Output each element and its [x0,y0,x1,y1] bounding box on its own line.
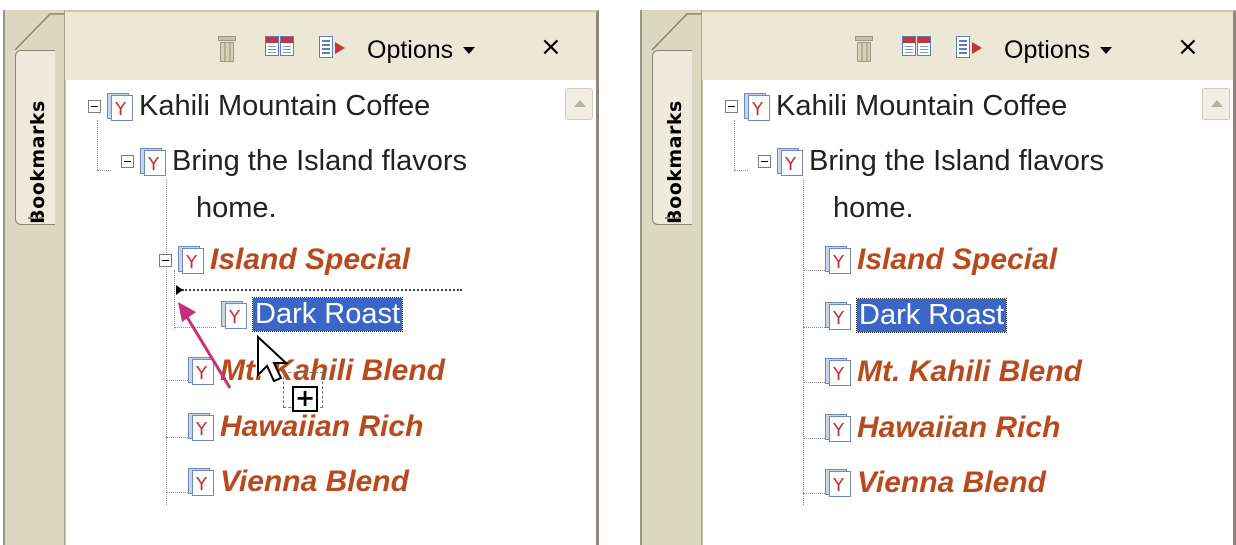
pdf-bookmark-icon [777,147,803,176]
selected-bookmark-label: Dark Roast [251,297,404,332]
bookmark-label: Hawaiian Rich [220,410,424,443]
tree-connector [166,180,167,505]
bookmarks-panel-before: Bookmarks Options × Kahili Mountain Coff… [3,10,599,545]
tree-connector [803,270,825,271]
bookmark-label: Vienna Blend [857,466,1046,499]
pdf-bookmark-icon [825,469,851,497]
pdf-bookmark-icon [744,92,770,121]
options-menu-button[interactable]: Options [367,35,476,64]
collapse-toggle[interactable] [758,155,771,168]
options-label: Options [1004,35,1091,64]
options-menu-button[interactable]: Options [1004,35,1113,64]
tab-grip [665,217,681,220]
tree-connector [166,437,188,438]
pdf-bookmark-icon [188,468,214,496]
bookmarks-toolbar: Options × [702,10,1236,80]
bookmark-label: Mt. Kahili Blend [220,354,445,387]
collapse-toggle[interactable] [121,155,134,168]
chevron-down-icon [463,46,476,54]
chevron-down-icon [1100,46,1113,54]
collapse-toggle[interactable] [159,253,172,267]
tree-item-hawaiian-rich[interactable]: Hawaiian Rich [188,410,423,444]
tree-item-dark-roast[interactable]: Dark Roast [825,298,1008,333]
tree-connector [97,170,111,171]
tree-connector [734,170,748,171]
mouse-pointer-icon [257,335,289,383]
expand-bookmark-icon[interactable] [319,36,347,60]
drop-indicator-arrow [176,285,183,295]
tree-connector [166,492,188,493]
bookmark-label-continued: home. [833,192,914,224]
tab-grip [28,217,44,220]
bookmarks-tab[interactable]: Bookmarks [652,50,692,225]
navigation-tab-strip: Bookmarks [640,10,704,545]
tree-connector [803,493,825,494]
drag-arrow-icon [178,302,232,389]
tree-item-vienna-blend[interactable]: Vienna Blend [188,465,409,499]
pdf-bookmark-icon [107,92,133,121]
pdf-bookmark-icon [188,413,214,441]
scroll-up-button[interactable] [1202,88,1230,120]
tree-connector [803,180,804,505]
bookmarks-toolbar: Options × [65,10,599,80]
expand-bookmark-icon[interactable] [956,36,984,60]
tab-strip-corner [651,13,704,50]
bookmark-label: Vienna Blend [220,465,409,498]
bookmark-label: Hawaiian Rich [857,411,1061,444]
scroll-up-button[interactable] [565,88,593,120]
bookmarks-panel-after: Bookmarks Options × Kahili Mountain Coff… [640,10,1236,545]
pdf-bookmark-icon [825,246,851,274]
copy-plus-icon: + [292,386,318,412]
bookmarks-tab-label: Bookmarks [27,100,49,224]
tree-item-dark-roast[interactable]: Dark Roast [221,297,404,332]
selected-bookmark-label: Dark Roast [855,298,1008,333]
tree-connector [803,327,825,328]
collapse-toggle[interactable] [725,100,738,113]
navigation-tab-strip: Bookmarks [3,10,67,545]
trash-icon[interactable] [854,36,874,62]
tree-connector [97,120,98,170]
close-icon[interactable]: × [1177,34,1199,60]
trash-icon[interactable] [217,36,237,62]
tree-item-root[interactable]: Kahili Mountain Coffee [725,90,1067,123]
tree-item-hawaiian-rich[interactable]: Hawaiian Rich [825,411,1060,445]
tree-item-mt-kahili-blend[interactable]: Mt. Kahili Blend [825,355,1082,389]
tree-item-root[interactable]: Kahili Mountain Coffee [88,90,430,123]
bookmark-label: Kahili Mountain Coffee [776,90,1068,122]
tree-item-child[interactable]: Bring the Island flavors [758,145,1104,178]
bookmark-label-continued: home. [196,192,277,224]
tree-connector [803,438,825,439]
close-icon[interactable]: × [540,34,562,60]
new-bookmark-icon[interactable] [902,36,932,58]
bookmark-tree: Kahili Mountain Coffee Bring the Island … [65,80,599,545]
bookmarks-tab-label: Bookmarks [664,100,686,224]
bookmark-label: Island Special [210,243,411,276]
tab-strip-corner [14,13,67,50]
options-label: Options [367,35,454,64]
tree-item-island-special[interactable]: Island Special [159,243,410,277]
bookmark-label: Island Special [857,243,1058,276]
tree-item-vienna-blend[interactable]: Vienna Blend [825,466,1046,500]
pdf-bookmark-icon [140,147,166,176]
bookmark-label: Bring the Island flavors [172,145,467,177]
collapse-toggle[interactable] [88,100,101,113]
pdf-bookmark-icon [825,358,851,386]
tree-item-child[interactable]: Bring the Island flavors [121,145,467,178]
tree-connector [803,382,825,383]
pdf-bookmark-icon [178,246,204,274]
bookmarks-tab[interactable]: Bookmarks [15,50,55,225]
bookmark-label: Bring the Island flavors [809,145,1104,177]
drop-indicator-line [182,289,462,291]
pdf-bookmark-icon [825,414,851,442]
new-bookmark-icon[interactable] [265,36,295,58]
bookmark-label: Mt. Kahili Blend [857,355,1082,388]
tree-connector [734,120,735,170]
tree-item-island-special[interactable]: Island Special [825,243,1057,277]
bookmark-tree: Kahili Mountain Coffee Bring the Island … [702,80,1236,545]
pdf-bookmark-icon [825,301,851,330]
bookmark-label: Kahili Mountain Coffee [139,90,431,122]
